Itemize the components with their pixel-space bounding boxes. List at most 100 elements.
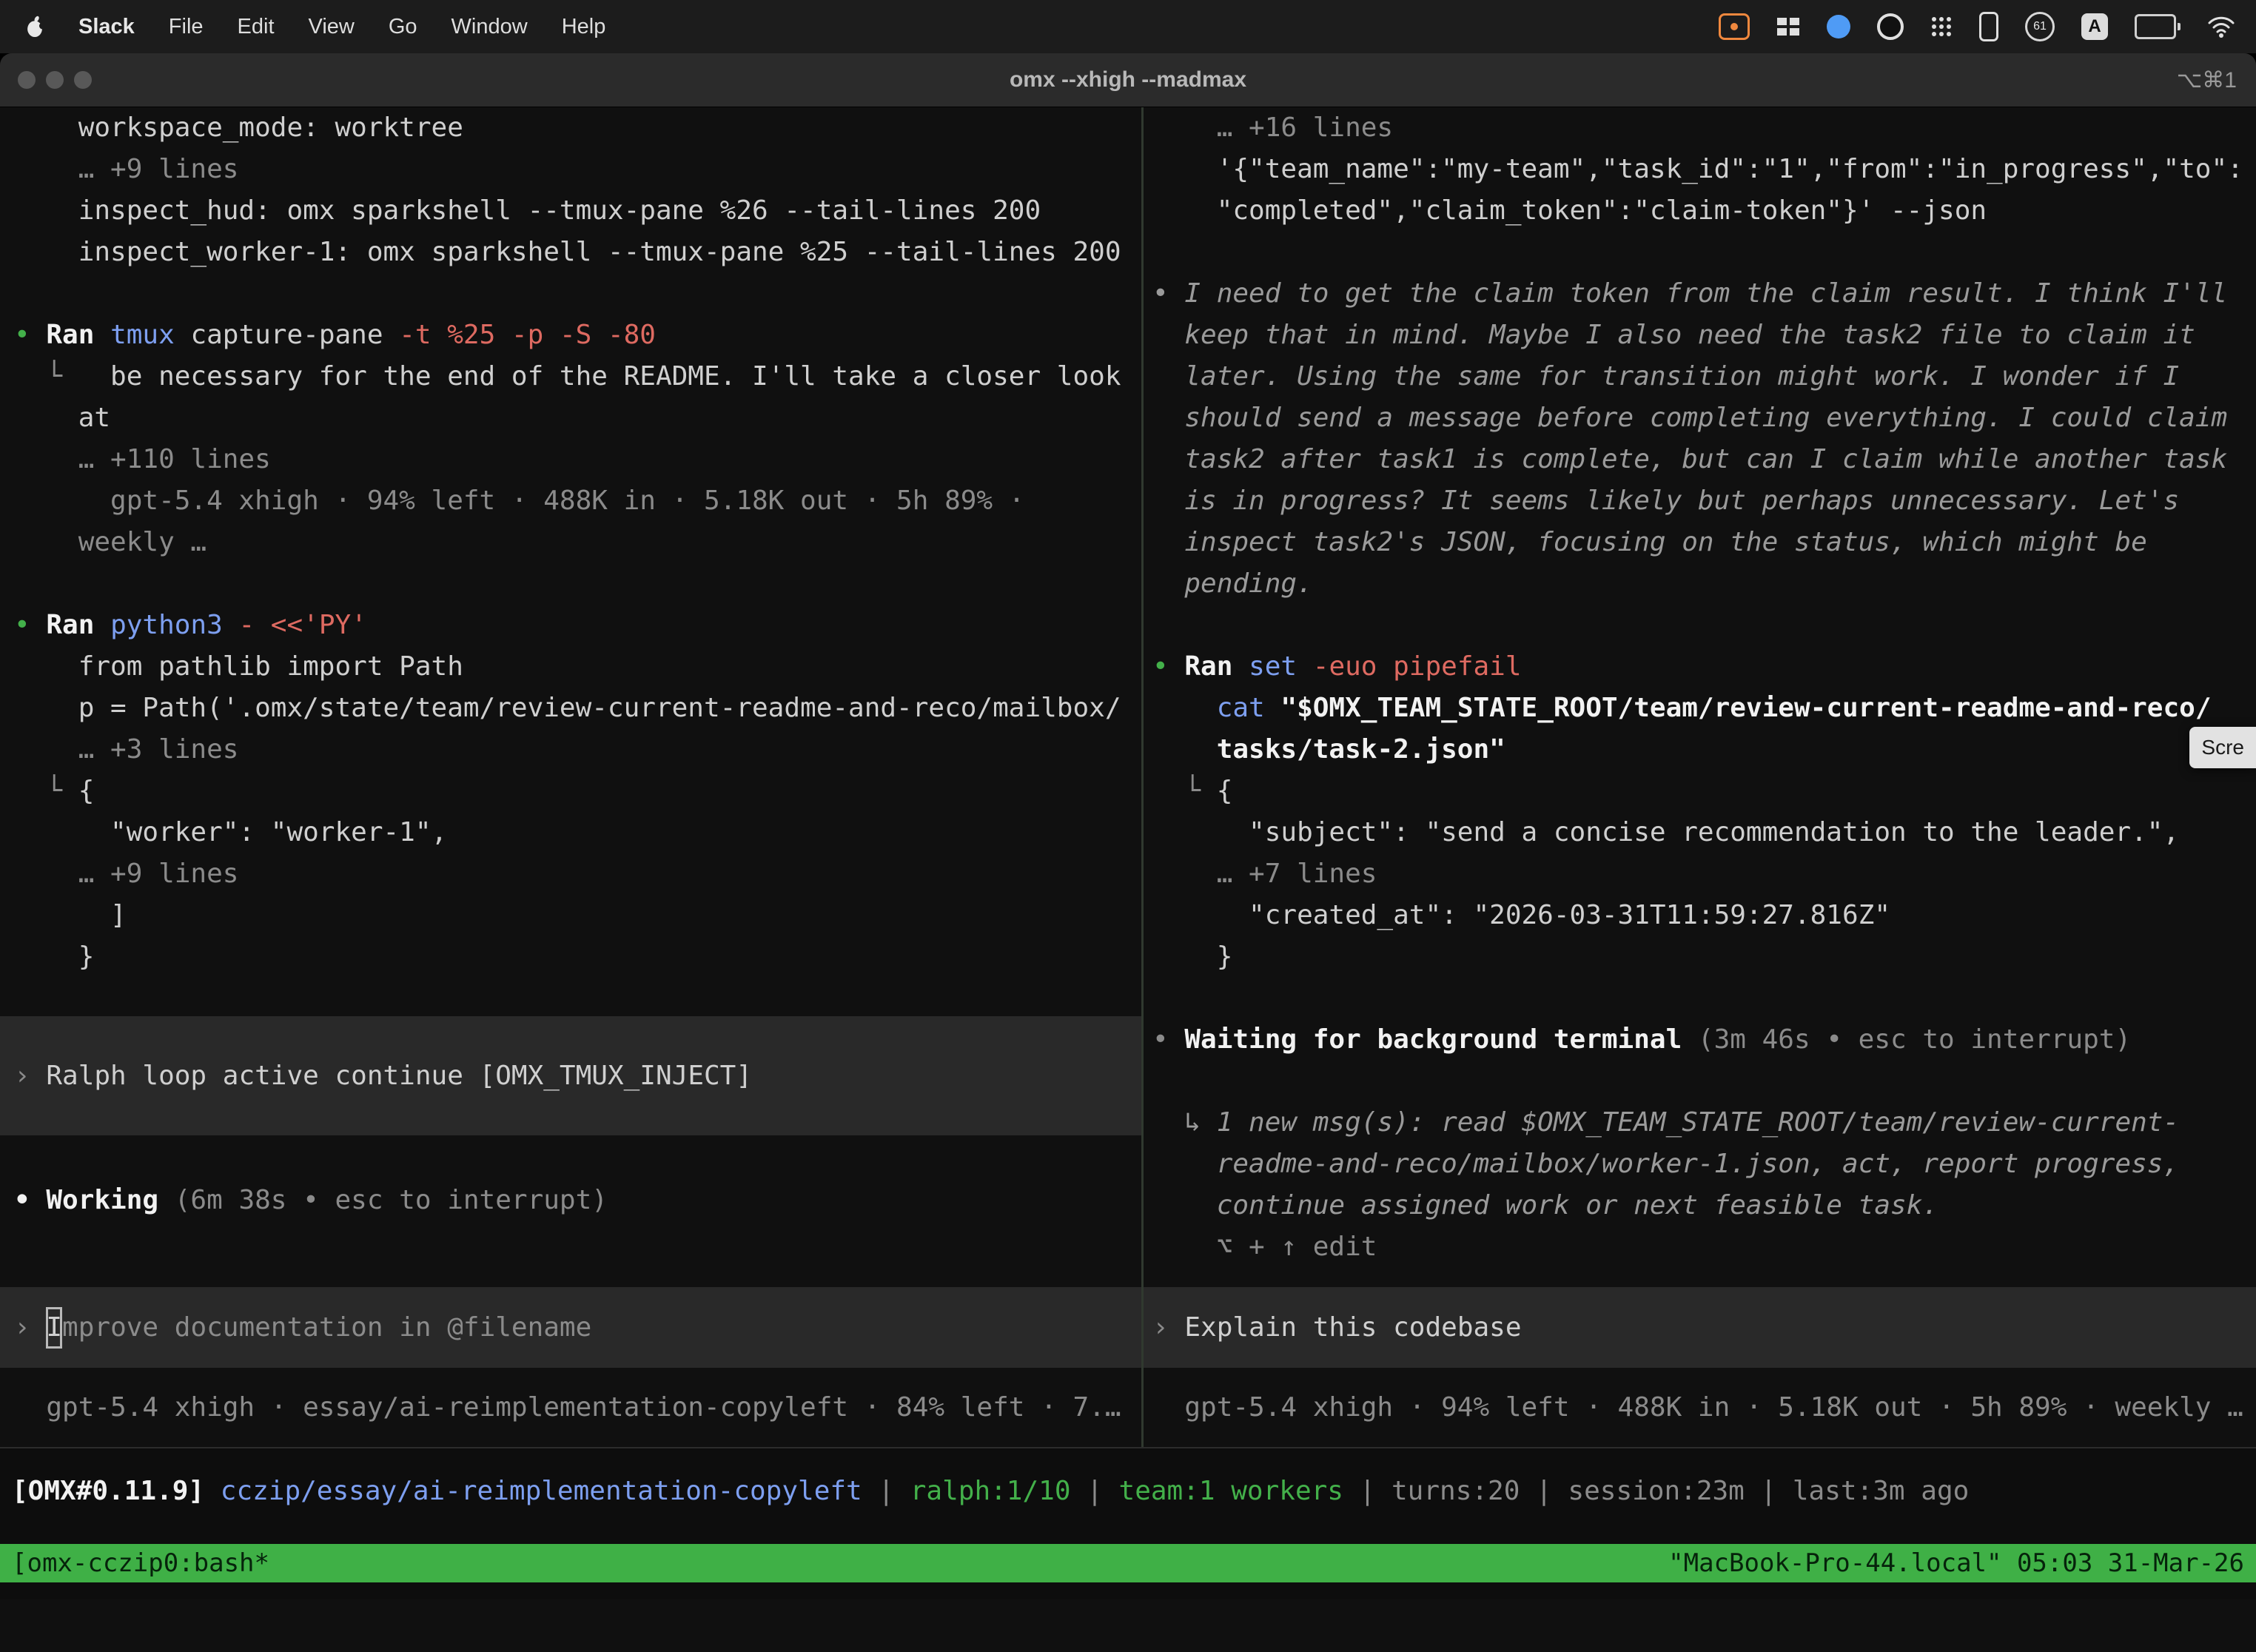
terminal-line: is in progress? It seems likely but perh… bbox=[1144, 480, 2256, 522]
window-shortcut: ⌥⌘1 bbox=[2177, 67, 2237, 93]
text-segment: } bbox=[1152, 941, 1232, 972]
terminal-line: ↳ 1 new msg(s): read $OMX_TEAM_STATE_ROO… bbox=[1144, 1102, 2256, 1144]
text-segment: … +9 lines bbox=[14, 859, 238, 889]
text-segment: … +7 lines bbox=[1152, 859, 1377, 889]
terminal-line: cat "$OMX_TEAM_STATE_ROOT/team/review-cu… bbox=[1144, 688, 2256, 729]
battery-icon[interactable] bbox=[2135, 10, 2181, 43]
text-segment: Ralph loop active continue [OMX_TMUX_INJ… bbox=[46, 1055, 752, 1097]
terminal-line: "created_at": "2026-03-31T11:59:27.816Z" bbox=[1144, 895, 2256, 936]
terminal-window: omx --xhigh --madmax ⌥⌘1 workspace_mode:… bbox=[0, 53, 2256, 1652]
apple-menu[interactable] bbox=[25, 10, 44, 43]
screen-record-icon[interactable] bbox=[1719, 10, 1750, 43]
text-segment: from pathlib import Path bbox=[14, 651, 463, 682]
terminal-line: from pathlib import Path bbox=[0, 646, 1141, 688]
text-segment: Ran bbox=[1184, 651, 1249, 682]
terminal-line: gpt-5.4 xhigh · 94% left · 488K in · 5.1… bbox=[0, 480, 1141, 522]
terminal-line: } bbox=[0, 936, 1141, 978]
terminal-line: • Waiting for background terminal (3m 46… bbox=[1144, 1019, 2256, 1061]
text-segment: - <<'PY' bbox=[238, 610, 366, 640]
terminal-line: "worker": "worker-1", bbox=[0, 812, 1141, 853]
blue-app-icon[interactable] bbox=[1827, 10, 1850, 43]
text-segment: … +3 lines bbox=[14, 734, 238, 765]
text-segment: Explain this codebase bbox=[1184, 1307, 1521, 1349]
tmux-status-bar: [omx-cczip0:bash* "MacBook-Pro-44.local"… bbox=[0, 1544, 2256, 1582]
terminal-line: workspace_mode: worktree bbox=[0, 107, 1141, 149]
text-segment: I bbox=[46, 1307, 62, 1349]
window-grid-icon[interactable] bbox=[1776, 10, 1800, 43]
terminal-line: "completed","claim_token":"claim-token"}… bbox=[1144, 190, 2256, 232]
text-segment bbox=[1152, 734, 1217, 765]
text-segment: (6m 38s • esc to interrupt) bbox=[175, 1185, 608, 1215]
tmux-panes: workspace_mode: worktree … +9 lines insp… bbox=[0, 107, 2256, 1448]
text-segment: • bbox=[1152, 651, 1184, 682]
text-segment: … +16 lines bbox=[1152, 113, 1393, 143]
text-segment: continue assigned work or next feasible … bbox=[1152, 1190, 1938, 1220]
prompt-suggestion-band[interactable]: › Explain this codebase bbox=[1144, 1287, 2256, 1368]
menu-view[interactable]: View bbox=[309, 15, 355, 39]
text-segment: • Working bbox=[14, 1185, 175, 1215]
text-segment: inspect_hud: omx sparkshell --tmux-pane … bbox=[14, 195, 1041, 226]
text-segment: • bbox=[14, 320, 46, 350]
text-segment: ↳ bbox=[1152, 1107, 1217, 1138]
text-segment: session:23m bbox=[1568, 1476, 1744, 1506]
terminal-line: "subject": "send a concise recommendatio… bbox=[1144, 812, 2256, 853]
terminal-line bbox=[0, 563, 1141, 605]
text-segment: I need to get the claim token from the c… bbox=[1184, 278, 2227, 309]
prompt-suggestion-band[interactable]: › Ralph loop active continue [OMX_TMUX_I… bbox=[0, 1016, 1141, 1135]
terminal-line: readme-and-reco/mailbox/worker-1.json, a… bbox=[1144, 1144, 2256, 1185]
terminal-line: pending. bbox=[1144, 563, 2256, 605]
text-segment: turns:20 bbox=[1391, 1476, 1520, 1506]
minimize-button[interactable] bbox=[46, 71, 64, 89]
wifi-icon[interactable] bbox=[2207, 10, 2235, 43]
text-segment: › bbox=[14, 1055, 46, 1097]
apple-icon bbox=[25, 15, 44, 38]
zoom-button[interactable] bbox=[74, 71, 92, 89]
menu-help[interactable]: Help bbox=[562, 15, 606, 39]
text-segment: gpt-5.4 xhigh · 94% left · 488K in · 5.1… bbox=[14, 486, 1024, 516]
keyboard-layout-icon[interactable]: A bbox=[2081, 13, 2108, 40]
window-titlebar: omx --xhigh --madmax ⌥⌘1 bbox=[0, 53, 2256, 107]
terminal-line: └ be necessary for the end of the README… bbox=[0, 356, 1141, 397]
terminal-line: gpt-5.4 xhigh · 94% left · 488K in · 5.1… bbox=[1144, 1387, 2256, 1428]
text-segment: last:3m ago bbox=[1793, 1476, 1969, 1506]
text-segment: readme-and-reco/mailbox/worker-1.json, a… bbox=[1152, 1149, 2179, 1179]
text-segment: | bbox=[862, 1476, 910, 1506]
terminal-line: '{"team_name":"my-team","task_id":"1","f… bbox=[1144, 149, 2256, 190]
terminal-line: … +110 lines bbox=[0, 439, 1141, 480]
menubar-app-name[interactable]: Slack bbox=[78, 15, 135, 39]
grid-glyph bbox=[1776, 17, 1800, 36]
terminal-line: • Ran set -euo pipefail bbox=[1144, 646, 2256, 688]
menubar: Slack File Edit View Go Window Help bbox=[0, 0, 2256, 53]
text-segment: gpt-5.4 xhigh · 94% left · 488K in · 5.1… bbox=[1152, 1392, 2243, 1423]
ring-app-icon[interactable] bbox=[1877, 10, 1904, 43]
terminal-line: should send a message before completing … bbox=[1144, 397, 2256, 439]
text-segment: › bbox=[14, 1307, 46, 1349]
text-segment: mprove documentation in @filename bbox=[62, 1307, 591, 1349]
right-terminal-pane[interactable]: … +16 lines '{"team_name":"my-team","tas… bbox=[1144, 107, 2256, 1447]
text-segment: set bbox=[1249, 651, 1313, 682]
terminal-line: • Working (6m 38s • esc to interrupt) bbox=[0, 1180, 1141, 1221]
screen: Slack File Edit View Go Window Help bbox=[0, 0, 2256, 1652]
text-segment: team:1 workers bbox=[1119, 1476, 1343, 1506]
menu-go[interactable]: Go bbox=[389, 15, 417, 39]
prompt-suggestion-band[interactable]: › Improve documentation in @filename bbox=[0, 1287, 1141, 1368]
badge-61-icon[interactable]: 61 bbox=[2025, 12, 2055, 41]
menu-file[interactable]: File bbox=[169, 15, 204, 39]
text-segment: • bbox=[14, 610, 46, 640]
wifi-glyph bbox=[2207, 16, 2235, 38]
text-segment: tmux bbox=[110, 320, 190, 350]
phone-icon[interactable] bbox=[1979, 10, 1998, 43]
text-segment: capture-pane bbox=[190, 320, 399, 350]
terminal-line bbox=[1144, 978, 2256, 1019]
close-button[interactable] bbox=[18, 71, 36, 89]
menu-window[interactable]: Window bbox=[451, 15, 528, 39]
terminal-line: ⌥ + ↑ edit bbox=[1144, 1226, 2256, 1268]
dots-grid-icon[interactable] bbox=[1930, 10, 1953, 43]
terminal-line bbox=[0, 273, 1141, 315]
left-terminal-pane[interactable]: workspace_mode: worktree … +9 lines insp… bbox=[0, 107, 1141, 1447]
text-segment: p = Path('.omx/state/team/review-current… bbox=[14, 693, 1121, 723]
menu-edit[interactable]: Edit bbox=[238, 15, 275, 39]
terminal-line: } bbox=[1144, 936, 2256, 978]
text-segment bbox=[1152, 693, 1217, 723]
terminal-line: at bbox=[0, 397, 1141, 439]
